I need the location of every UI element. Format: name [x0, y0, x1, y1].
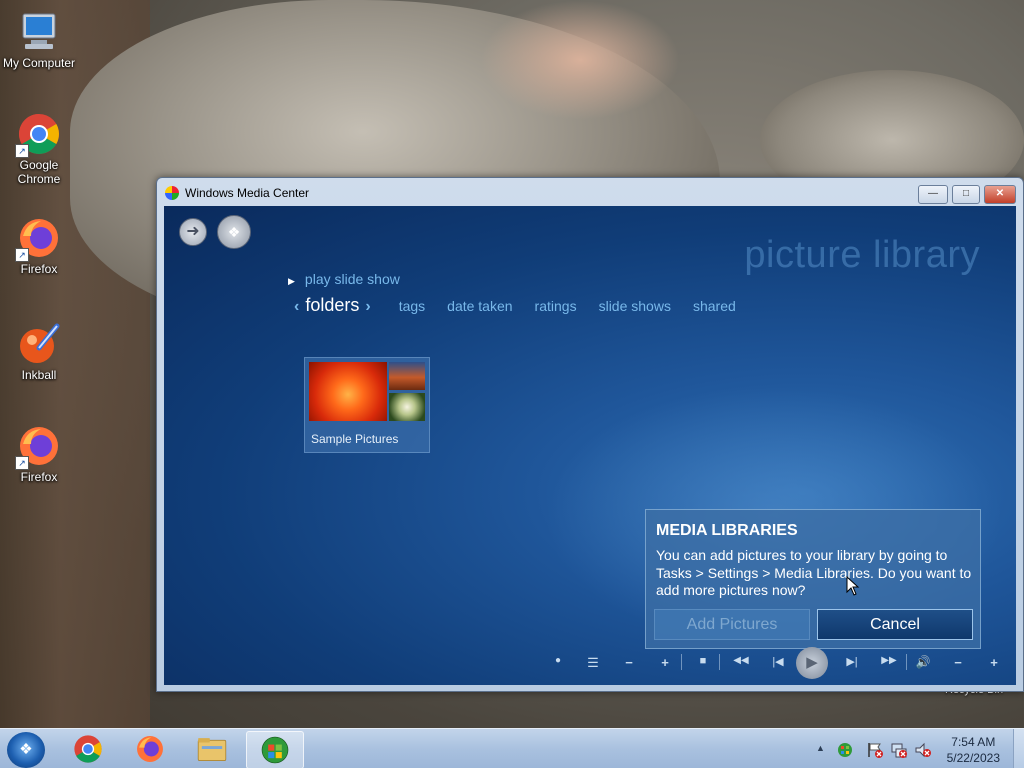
taskbar-explorer[interactable]: [184, 731, 240, 767]
folder-icon: [197, 738, 227, 761]
clock-time: 7:54 AM: [951, 735, 996, 749]
media-center-window: Windows Media Center — □ ✕ ➜ ❖ picture l…: [156, 177, 1024, 692]
folder-tile-sample-pictures[interactable]: Sample Pictures: [304, 357, 430, 453]
play-slide-show-link[interactable]: ▶ play slide show: [288, 271, 400, 287]
add-pictures-button[interactable]: Add Pictures: [654, 609, 810, 640]
channel-down-button[interactable]: −: [620, 655, 638, 670]
divider: [681, 654, 682, 670]
channel-up-button[interactable]: +: [656, 655, 674, 670]
system-clock[interactable]: 7:54 AM 5/22/2023: [947, 734, 1000, 766]
tab-folders[interactable]: folders: [305, 295, 359, 316]
desktop-icon-inkball[interactable]: Inkball: [1, 322, 77, 382]
desktop-icon-label: My Computer: [2, 56, 76, 70]
mouse-cursor-icon: [846, 576, 860, 596]
network-icon[interactable]: [890, 741, 908, 762]
desktop-icon-firefox[interactable]: ↗ Firefox: [1, 216, 77, 276]
firefox-icon: ↗: [15, 216, 61, 262]
window-title: Windows Media Center: [185, 186, 310, 200]
thumbnail-desert: [389, 362, 425, 390]
tab-ratings[interactable]: ratings: [535, 298, 577, 314]
record-button[interactable]: ●: [549, 655, 567, 666]
show-desktop-button[interactable]: [1013, 729, 1024, 768]
dialog-message: You can add pictures to your library by …: [656, 547, 972, 598]
clock-date: 5/22/2023: [946, 751, 1000, 765]
page-title: picture library: [744, 234, 980, 276]
taskbar: ❖ ▲ 7:54 AM 5/22/2023: [0, 728, 1024, 768]
inkball-icon: [17, 322, 61, 366]
start-button[interactable]: ❖: [7, 732, 45, 768]
chevron-left-icon[interactable]: ‹: [294, 298, 299, 316]
shortcut-arrow-icon: ↗: [15, 144, 29, 158]
back-button[interactable]: ➜: [179, 218, 207, 246]
mute-button[interactable]: 🔊: [914, 655, 932, 669]
windows-logo-icon: ❖: [19, 741, 33, 758]
thumbnail-flower: [309, 362, 387, 421]
fast-forward-button[interactable]: ▶▶: [874, 655, 904, 666]
chevron-right-icon[interactable]: ›: [365, 298, 370, 316]
tab-slide-shows[interactable]: slide shows: [599, 298, 671, 314]
stop-button[interactable]: ■: [694, 655, 712, 667]
taskbar-media-center[interactable]: [246, 731, 304, 768]
play-triangle-icon: ▶: [288, 276, 295, 286]
minimize-button[interactable]: —: [918, 185, 948, 204]
divider: [906, 654, 907, 670]
media-center-tray-icon[interactable]: [836, 741, 854, 762]
media-libraries-dialog: MEDIA LIBRARIES You can add pictures to …: [645, 509, 981, 649]
dialog-title: MEDIA LIBRARIES: [656, 522, 798, 539]
folder-tile-label: Sample Pictures: [311, 432, 399, 446]
tab-date-taken[interactable]: date taken: [447, 298, 512, 314]
chrome-icon: ↗: [15, 112, 61, 158]
cancel-button[interactable]: Cancel: [817, 609, 973, 640]
desktop-icon-label: Firefox: [20, 262, 58, 276]
action-center-flag-icon[interactable]: [866, 741, 884, 762]
media-center-start-button[interactable]: ❖: [217, 215, 251, 249]
taskbar-chrome[interactable]: [60, 731, 116, 767]
firefox-icon: [137, 736, 163, 762]
maximize-button[interactable]: □: [952, 185, 980, 204]
media-center-icon: [261, 736, 289, 764]
tab-shared[interactable]: shared: [693, 298, 736, 314]
windows-logo-icon: ❖: [227, 224, 241, 240]
back-arrow-icon: ➜: [186, 223, 200, 240]
tray-expand-icon[interactable]: ▲: [816, 743, 825, 753]
firefox-icon: ↗: [15, 424, 61, 470]
shortcut-arrow-icon: ↗: [15, 248, 29, 262]
divider: [719, 654, 720, 670]
volume-muted-icon[interactable]: [914, 741, 932, 762]
chrome-icon: [74, 735, 102, 763]
play-slide-show-label: play slide show: [304, 271, 400, 287]
media-center-content: ➜ ❖ picture library ▶ play slide show ‹ f…: [164, 206, 1016, 685]
desktop-icon-google-chrome[interactable]: ↗ Google Chrome: [1, 112, 77, 186]
play-button[interactable]: ▶: [796, 647, 828, 679]
desktop-icon-label: Inkball: [21, 368, 57, 382]
desktop-icon-label: Google Chrome: [17, 158, 61, 186]
volume-up-button[interactable]: +: [985, 655, 1003, 670]
volume-down-button[interactable]: −: [949, 655, 967, 670]
tab-tags[interactable]: tags: [399, 298, 425, 314]
window-titlebar[interactable]: Windows Media Center — □ ✕: [157, 178, 1023, 206]
desktop-icon-label: Firefox: [20, 470, 58, 484]
taskbar-firefox[interactable]: [122, 731, 178, 767]
next-button[interactable]: ▶|: [840, 655, 864, 668]
guide-button[interactable]: ☰: [584, 655, 602, 671]
media-center-icon: [165, 186, 179, 200]
previous-button[interactable]: |◀: [766, 655, 790, 668]
library-nav: ‹ folders › tags date taken ratings slid…: [288, 295, 736, 316]
rewind-button[interactable]: ◀◀: [726, 655, 756, 666]
thumbnail-white-flower: [389, 393, 425, 421]
desktop-wallpaper-highlight: [480, 0, 680, 120]
computer-icon: [17, 10, 61, 54]
close-button[interactable]: ✕: [984, 185, 1016, 204]
desktop-icon-my-computer[interactable]: My Computer: [1, 10, 77, 70]
desktop-icon-firefox-2[interactable]: ↗ Firefox: [1, 424, 77, 484]
shortcut-arrow-icon: ↗: [15, 456, 29, 470]
transport-controls: ● ☰ − + ■ ◀◀ |◀ ▶ ▶| ▶▶ 🔊 − +: [544, 647, 1014, 679]
